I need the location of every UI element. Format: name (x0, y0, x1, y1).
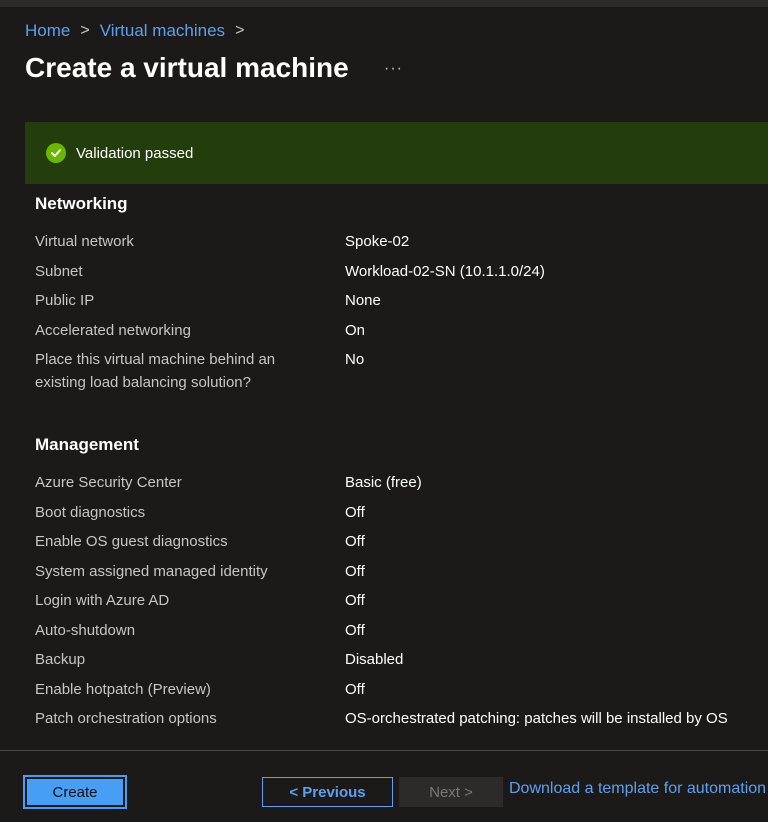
create-button[interactable]: Create (23, 775, 127, 809)
row-label: Patch orchestration options (35, 710, 217, 727)
row-value: Off (345, 681, 365, 698)
row-label: Enable hotpatch (Preview) (35, 681, 211, 698)
row-value: Off (345, 563, 365, 580)
row-value: Basic (free) (345, 474, 422, 491)
row-label: Auto-shutdown (35, 622, 136, 639)
chevron-right-icon: > (80, 22, 90, 39)
top-bar (0, 0, 768, 7)
checkmark-circle-icon (46, 143, 66, 163)
breadcrumb: Home > Virtual machines > (25, 20, 254, 42)
footer-divider (0, 750, 768, 751)
row-label: Enable OS guest diagnostics (35, 533, 228, 550)
row-label: Azure Security Center (35, 474, 182, 491)
row-label: Boot diagnostics (35, 504, 146, 521)
row-label: Accelerated networking (35, 322, 191, 339)
row-value: Off (345, 533, 365, 550)
row-value: On (345, 322, 366, 339)
row-label: System assigned managed identity (35, 563, 268, 580)
row-label: Subnet (35, 263, 83, 280)
row-value: Off (345, 592, 365, 609)
row-label: Public IP (35, 292, 95, 309)
row-value: Off (345, 504, 365, 521)
page-title: Create a virtual machine (25, 52, 349, 83)
row-value: Off (345, 622, 365, 639)
row-value: No (345, 351, 365, 368)
section-title-networking: Networking (35, 194, 128, 213)
row-label: Place this virtual machine behind an exi… (35, 351, 276, 391)
download-template-link[interactable]: Download a template for automation (509, 780, 766, 798)
row-label: Backup (35, 651, 86, 668)
row-value: Disabled (345, 651, 404, 668)
row-value: None (345, 292, 381, 309)
row-value: Spoke-02 (345, 233, 410, 250)
validation-text: Validation passed (76, 144, 194, 162)
breadcrumb-virtual-machines-link[interactable]: Virtual machines (100, 21, 225, 41)
chevron-right-icon: > (235, 22, 245, 39)
validation-banner: Validation passed (25, 122, 768, 184)
row-label: Virtual network (35, 233, 134, 250)
breadcrumb-home-link[interactable]: Home (25, 21, 70, 41)
section-title-management: Management (35, 435, 139, 454)
row-value: Workload-02-SN (10.1.1.0/24) (345, 263, 545, 280)
next-button[interactable]: Next > (399, 777, 503, 807)
more-options-button[interactable]: ··· (384, 60, 403, 78)
row-label: Login with Azure AD (35, 592, 170, 609)
row-value: OS-orchestrated patching: patches will b… (345, 710, 728, 727)
previous-button[interactable]: < Previous (262, 777, 393, 807)
